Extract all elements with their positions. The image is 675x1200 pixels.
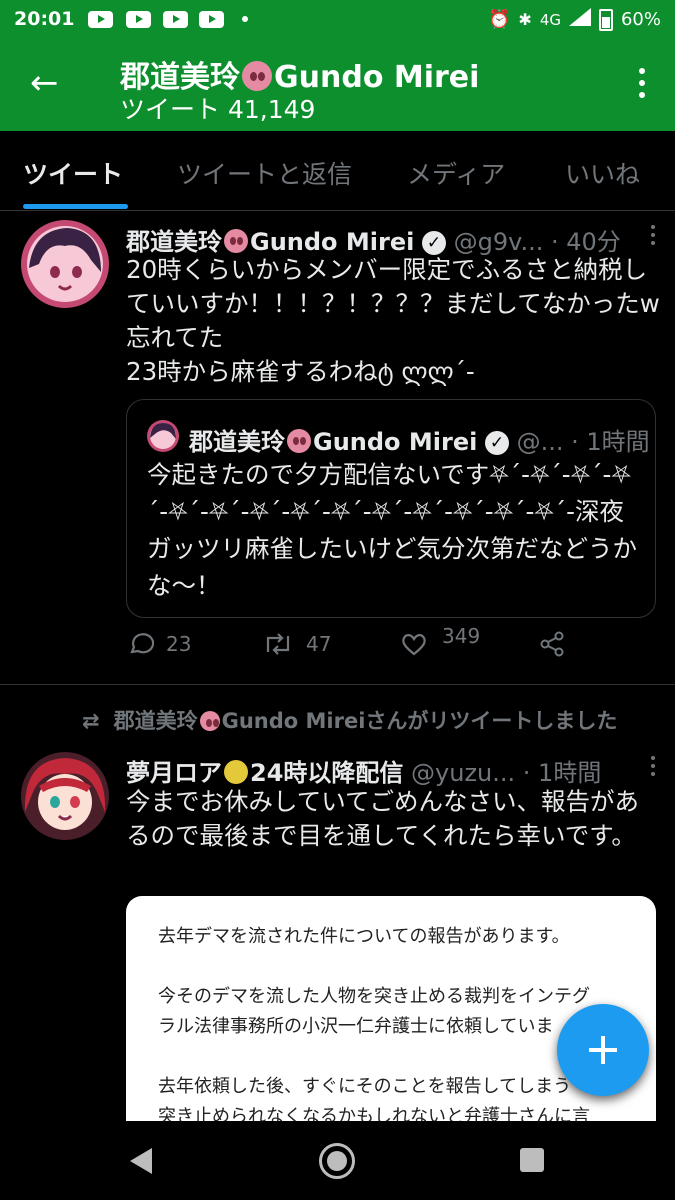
tweet-text: 20時くらいからメンバー限定でふるさと納税していいすか！！！？！？？？まだしてな… [126, 255, 660, 386]
pig-nose-emoji-icon [287, 429, 311, 453]
profile-tabs: ツイート ツイートと返信 メディア いいね [0, 131, 675, 211]
nav-home-icon[interactable] [319, 1143, 355, 1179]
timestamp: · 1時間 [571, 428, 650, 456]
battery-level: 60% [620, 9, 661, 30]
reply-count: 23 [166, 632, 192, 656]
quoted-tweet[interactable]: 郡道美玲 Gundo Mirei ✓ @... · 1時間 今起きたので夕方配信な… [126, 399, 656, 618]
heart-icon [402, 634, 426, 656]
handle: @... [516, 428, 564, 456]
image-text-line: 去年デマを流された件についての報告があります。 [158, 926, 570, 947]
tweet-menu-icon[interactable] [651, 225, 655, 249]
share-icon [540, 631, 564, 657]
display-name[interactable]: 夢月ロア 24時以降配信 [126, 759, 403, 787]
tab-likes[interactable]: いいね [565, 155, 640, 191]
tab-tweets-and-replies[interactable]: ツイートと返信 [177, 155, 352, 191]
overflow-menu-icon[interactable] [639, 68, 645, 104]
youtube-notification-icon [199, 11, 224, 28]
network-type: 4G [539, 10, 561, 29]
nav-recents-icon[interactable] [520, 1148, 544, 1172]
handle: @yuzu... [411, 759, 516, 787]
tab-media[interactable]: メディア [407, 155, 505, 191]
status-bar: 20:01 ⏰ ✱ 4G 60% [0, 0, 675, 40]
tweet-menu-icon[interactable] [651, 756, 655, 780]
divider [0, 684, 675, 685]
timestamp: · 1時間 [522, 759, 602, 787]
pig-nose-emoji-icon [199, 711, 220, 731]
tweet-header: 夢月ロア 24時以降配信 @yuzu... · 1時間 [126, 753, 601, 788]
battery-icon [598, 8, 613, 31]
like-count: 349 [442, 624, 481, 648]
tweet-actions: 23 47 349 [126, 624, 646, 670]
active-tab-indicator [23, 204, 128, 209]
pig-nose-emoji-icon [224, 229, 248, 253]
retweet-button[interactable]: 47 [262, 630, 331, 658]
moon-emoji-icon [224, 760, 248, 784]
share-button[interactable] [538, 630, 566, 658]
youtube-notification-icon [163, 11, 188, 28]
verified-badge-icon: ✓ [421, 231, 446, 255]
tweet-text: 今までお休みしていてごめんなさい、報告があるので最後まで目を通してくれたら幸いで… [126, 787, 640, 850]
reply-button[interactable]: 23 [126, 630, 191, 658]
retweet-icon: ⇄ [82, 709, 100, 733]
avatar[interactable] [21, 220, 109, 308]
more-notifications-dot [242, 16, 248, 22]
avatar [147, 420, 179, 452]
retweet-icon [266, 633, 290, 655]
bluetooth-icon: ✱ [518, 10, 532, 29]
tweet-header: 郡道美玲 Gundo Mirei ✓ @g9v... · 40分 [126, 222, 621, 257]
avatar[interactable] [21, 752, 109, 840]
tweet-count: ツイート 41,149 [120, 95, 316, 124]
signal-icon [568, 8, 591, 31]
profile-header: ← 郡道美玲 Gundo Mirei ツイート 41,149 [0, 40, 675, 131]
clock: 20:01 [14, 8, 75, 30]
pig-nose-emoji-icon [242, 61, 272, 91]
tab-tweets[interactable]: ツイート [23, 155, 123, 191]
system-navigation-bar [0, 1121, 675, 1200]
verified-badge-icon: ✓ [484, 431, 509, 455]
image-text-line: 今そのデマを流した人物を突き止める裁判をインテグ [158, 986, 590, 1007]
image-text-line: ラル法律事務所の小沢一仁弁護士に依頼していま [158, 1016, 554, 1037]
compose-tweet-button[interactable] [557, 1004, 649, 1096]
nav-back-icon[interactable] [130, 1148, 152, 1174]
youtube-notification-icon [126, 11, 151, 28]
display-name[interactable]: 郡道美玲 Gundo Mirei [126, 228, 414, 256]
timestamp: · 40分 [551, 228, 621, 256]
retweet-context[interactable]: ⇄ 郡道美玲 Gundo Mireiさんがリツイートしました [82, 705, 617, 735]
like-button[interactable] [400, 630, 428, 658]
back-arrow-icon[interactable]: ← [30, 66, 59, 100]
quoted-tweet-text: 今起きたので夕方配信ないです⛧´-⛧´-⛧´-⛧´-⛧´-⛧´-⛧´-⛧´-⛧´… [147, 460, 637, 600]
youtube-notification-icon [88, 11, 113, 28]
handle: @g9v... [453, 228, 544, 256]
reply-icon [130, 633, 154, 654]
quoted-tweet-header: 郡道美玲 Gundo Mirei ✓ @... · 1時間 [189, 428, 650, 456]
alarm-icon: ⏰ [487, 9, 511, 30]
image-text-line: 去年依頼した後、すぐにそのことを報告してしまう [158, 1076, 572, 1097]
retweet-count: 47 [306, 632, 332, 656]
